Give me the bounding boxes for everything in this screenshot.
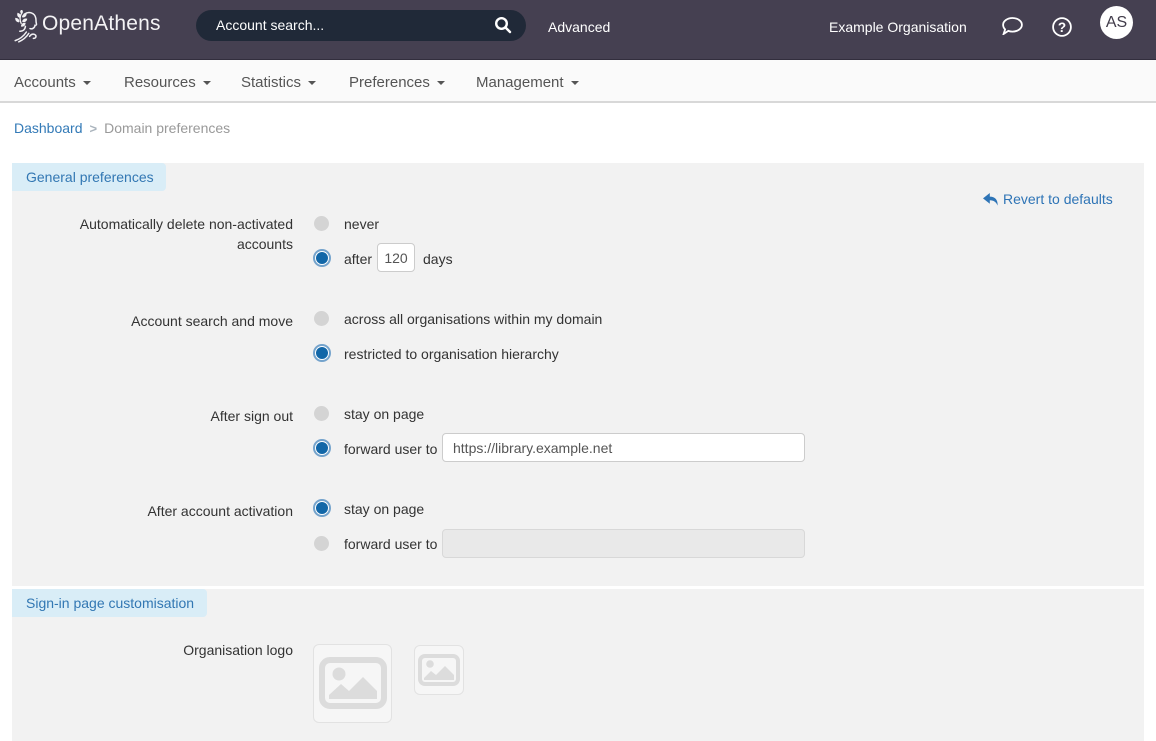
- svg-text:?: ?: [1058, 20, 1066, 35]
